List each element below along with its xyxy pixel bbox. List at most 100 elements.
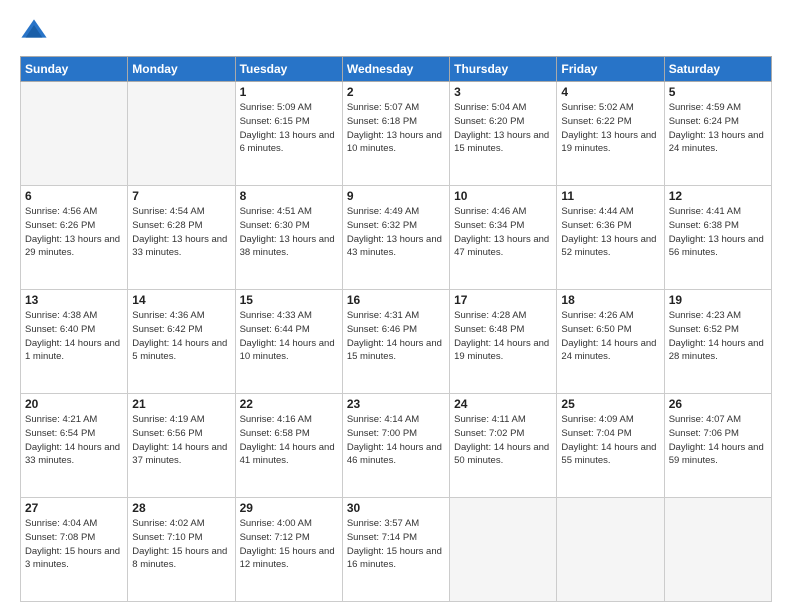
day-number: 30 [347, 501, 445, 515]
calendar-header-row: SundayMondayTuesdayWednesdayThursdayFrid… [21, 57, 772, 82]
sun-info: Sunrise: 4:26 AMSunset: 6:50 PMDaylight:… [561, 309, 659, 364]
col-header-thursday: Thursday [450, 57, 557, 82]
day-cell-8: 8Sunrise: 4:51 AMSunset: 6:30 PMDaylight… [235, 186, 342, 290]
day-cell-2: 2 Sunrise: 5:07 AMSunset: 6:18 PMDaylight… [342, 82, 449, 186]
day-cell-24: 24Sunrise: 4:11 AMSunset: 7:02 PMDayligh… [450, 394, 557, 498]
day-number: 3 [454, 85, 552, 99]
sun-info: Sunrise: 4:36 AMSunset: 6:42 PMDaylight:… [132, 309, 230, 364]
day-number: 11 [561, 189, 659, 203]
day-number: 12 [669, 189, 767, 203]
day-cell-3: 3 Sunrise: 5:04 AMSunset: 6:20 PMDaylight… [450, 82, 557, 186]
week-row-4: 20 Sunrise: 4:21 AMSunset: 6:54 PMDayligh… [21, 394, 772, 498]
day-number: 20 [25, 397, 123, 411]
day-cell-23: 23 Sunrise: 4:14 AMSunset: 7:00 PMDayligh… [342, 394, 449, 498]
sun-info: Sunrise: 4:04 AMSunset: 7:08 PMDaylight:… [25, 517, 123, 572]
day-cell-19: 19 Sunrise: 4:23 AMSunset: 6:52 PMDayligh… [664, 290, 771, 394]
day-cell-21: 21Sunrise: 4:19 AMSunset: 6:56 PMDayligh… [128, 394, 235, 498]
week-row-2: 6Sunrise: 4:56 AMSunset: 6:26 PMDaylight… [21, 186, 772, 290]
day-number: 18 [561, 293, 659, 307]
sun-info: Sunrise: 5:09 AMSunset: 6:15 PMDaylight:… [240, 101, 338, 156]
day-cell-5: 5 Sunrise: 4:59 AMSunset: 6:24 PMDaylight… [664, 82, 771, 186]
sun-info: Sunrise: 5:04 AMSunset: 6:20 PMDaylight:… [454, 101, 552, 156]
day-number: 19 [669, 293, 767, 307]
day-number: 24 [454, 397, 552, 411]
day-cell-25: 25 Sunrise: 4:09 AMSunset: 7:04 PMDayligh… [557, 394, 664, 498]
sun-info: Sunrise: 4:46 AMSunset: 6:34 PMDaylight:… [454, 205, 552, 260]
day-number: 1 [240, 85, 338, 99]
col-header-tuesday: Tuesday [235, 57, 342, 82]
day-cell-empty [664, 498, 771, 602]
sun-info: Sunrise: 4:21 AMSunset: 6:54 PMDaylight:… [25, 413, 123, 468]
day-cell-13: 13 Sunrise: 4:38 AMSunset: 6:40 PMDayligh… [21, 290, 128, 394]
sun-info: Sunrise: 4:19 AMSunset: 6:56 PMDaylight:… [132, 413, 230, 468]
sun-info: Sunrise: 4:59 AMSunset: 6:24 PMDaylight:… [669, 101, 767, 156]
day-cell-29: 29 Sunrise: 4:00 AMSunset: 7:12 PMDayligh… [235, 498, 342, 602]
week-row-1: 1 Sunrise: 5:09 AMSunset: 6:15 PMDaylight… [21, 82, 772, 186]
day-number: 23 [347, 397, 445, 411]
day-cell-27: 27 Sunrise: 4:04 AMSunset: 7:08 PMDayligh… [21, 498, 128, 602]
day-cell-14: 14Sunrise: 4:36 AMSunset: 6:42 PMDayligh… [128, 290, 235, 394]
day-number: 2 [347, 85, 445, 99]
sun-info: Sunrise: 4:56 AMSunset: 6:26 PMDaylight:… [25, 205, 123, 260]
sun-info: Sunrise: 4:14 AMSunset: 7:00 PMDaylight:… [347, 413, 445, 468]
logo [20, 18, 50, 46]
day-cell-4: 4Sunrise: 5:02 AMSunset: 6:22 PMDaylight… [557, 82, 664, 186]
day-number: 22 [240, 397, 338, 411]
col-header-monday: Monday [128, 57, 235, 82]
day-number: 5 [669, 85, 767, 99]
day-number: 29 [240, 501, 338, 515]
day-cell-6: 6Sunrise: 4:56 AMSunset: 6:26 PMDaylight… [21, 186, 128, 290]
week-row-5: 27 Sunrise: 4:04 AMSunset: 7:08 PMDayligh… [21, 498, 772, 602]
day-cell-empty [128, 82, 235, 186]
col-header-sunday: Sunday [21, 57, 128, 82]
sun-info: Sunrise: 4:38 AMSunset: 6:40 PMDaylight:… [25, 309, 123, 364]
day-number: 27 [25, 501, 123, 515]
day-cell-9: 9 Sunrise: 4:49 AMSunset: 6:32 PMDaylight… [342, 186, 449, 290]
day-number: 7 [132, 189, 230, 203]
sun-info: Sunrise: 4:28 AMSunset: 6:48 PMDaylight:… [454, 309, 552, 364]
day-number: 15 [240, 293, 338, 307]
sun-info: Sunrise: 4:41 AMSunset: 6:38 PMDaylight:… [669, 205, 767, 260]
day-cell-18: 18 Sunrise: 4:26 AMSunset: 6:50 PMDayligh… [557, 290, 664, 394]
day-cell-17: 17 Sunrise: 4:28 AMSunset: 6:48 PMDayligh… [450, 290, 557, 394]
page: SundayMondayTuesdayWednesdayThursdayFrid… [0, 0, 792, 612]
day-cell-1: 1 Sunrise: 5:09 AMSunset: 6:15 PMDaylight… [235, 82, 342, 186]
sun-info: Sunrise: 5:02 AMSunset: 6:22 PMDaylight:… [561, 101, 659, 156]
day-number: 17 [454, 293, 552, 307]
day-cell-20: 20 Sunrise: 4:21 AMSunset: 6:54 PMDayligh… [21, 394, 128, 498]
day-cell-15: 15Sunrise: 4:33 AMSunset: 6:44 PMDayligh… [235, 290, 342, 394]
day-number: 13 [25, 293, 123, 307]
day-number: 28 [132, 501, 230, 515]
sun-info: Sunrise: 4:00 AMSunset: 7:12 PMDaylight:… [240, 517, 338, 572]
sun-info: Sunrise: 4:54 AMSunset: 6:28 PMDaylight:… [132, 205, 230, 260]
day-cell-28: 28Sunrise: 4:02 AMSunset: 7:10 PMDayligh… [128, 498, 235, 602]
logo-icon [20, 18, 48, 46]
week-row-3: 13 Sunrise: 4:38 AMSunset: 6:40 PMDayligh… [21, 290, 772, 394]
sun-info: Sunrise: 5:07 AMSunset: 6:18 PMDaylight:… [347, 101, 445, 156]
day-cell-16: 16 Sunrise: 4:31 AMSunset: 6:46 PMDayligh… [342, 290, 449, 394]
col-header-saturday: Saturday [664, 57, 771, 82]
day-cell-empty [21, 82, 128, 186]
day-number: 25 [561, 397, 659, 411]
sun-info: Sunrise: 4:07 AMSunset: 7:06 PMDaylight:… [669, 413, 767, 468]
day-cell-22: 22 Sunrise: 4:16 AMSunset: 6:58 PMDayligh… [235, 394, 342, 498]
sun-info: Sunrise: 4:16 AMSunset: 6:58 PMDaylight:… [240, 413, 338, 468]
sun-info: Sunrise: 4:51 AMSunset: 6:30 PMDaylight:… [240, 205, 338, 260]
calendar-table: SundayMondayTuesdayWednesdayThursdayFrid… [20, 56, 772, 602]
sun-info: Sunrise: 3:57 AMSunset: 7:14 PMDaylight:… [347, 517, 445, 572]
day-cell-empty [450, 498, 557, 602]
day-cell-empty [557, 498, 664, 602]
header [20, 18, 772, 46]
day-number: 26 [669, 397, 767, 411]
sun-info: Sunrise: 4:49 AMSunset: 6:32 PMDaylight:… [347, 205, 445, 260]
day-cell-26: 26 Sunrise: 4:07 AMSunset: 7:06 PMDayligh… [664, 394, 771, 498]
day-number: 10 [454, 189, 552, 203]
sun-info: Sunrise: 4:31 AMSunset: 6:46 PMDaylight:… [347, 309, 445, 364]
col-header-friday: Friday [557, 57, 664, 82]
day-number: 16 [347, 293, 445, 307]
day-number: 9 [347, 189, 445, 203]
sun-info: Sunrise: 4:23 AMSunset: 6:52 PMDaylight:… [669, 309, 767, 364]
sun-info: Sunrise: 4:44 AMSunset: 6:36 PMDaylight:… [561, 205, 659, 260]
day-cell-12: 12 Sunrise: 4:41 AMSunset: 6:38 PMDayligh… [664, 186, 771, 290]
sun-info: Sunrise: 4:09 AMSunset: 7:04 PMDaylight:… [561, 413, 659, 468]
